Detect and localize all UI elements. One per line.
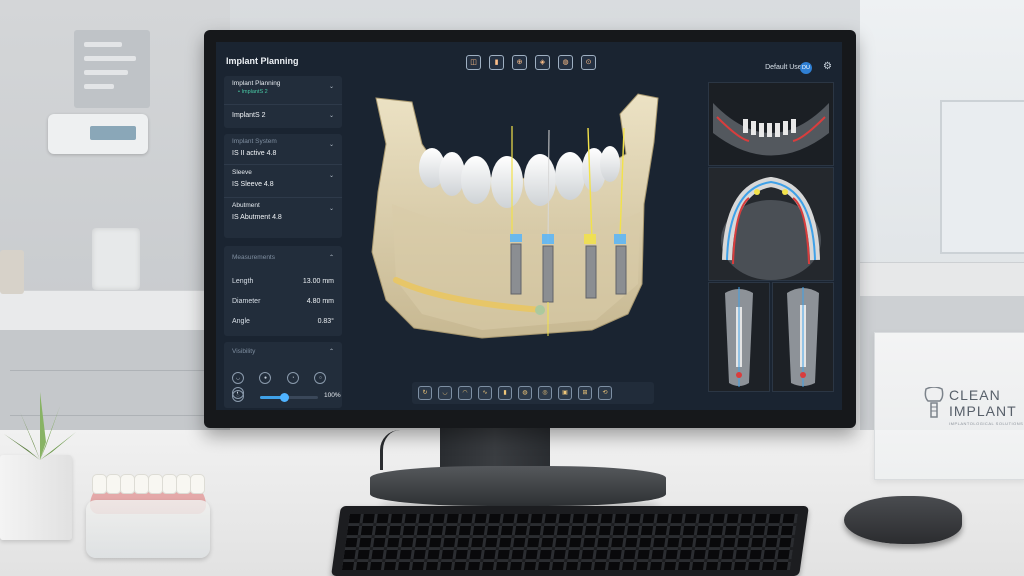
bottom-toolbar: ↻ ◡ ◠ ∿ ▮ ◍ ◎ ▣ ⊞ ⟲ (412, 382, 654, 404)
ct-axial-view[interactable] (708, 167, 834, 281)
sleeve-label: Sleeve (232, 169, 252, 176)
abutment-select[interactable]: Abutment IS Abutment 4.8 ⌄ (224, 198, 342, 230)
measurements-panel: Measurements ⌃ Length 13.00 mm Diameter … (224, 246, 342, 336)
mouse (844, 496, 962, 544)
tooth-icon[interactable]: ◡ (438, 386, 452, 400)
implant-panel: Implant System IS II active 4.8 ⌄ Sleeve… (224, 134, 342, 238)
mandible-icon[interactable]: ◠ (458, 386, 472, 400)
counter-right (860, 262, 1024, 297)
nerve-marker (535, 305, 545, 315)
opacity-value: 100% (324, 392, 341, 399)
user-name[interactable]: Default User (765, 64, 804, 71)
abutment-label: Abutment (232, 202, 260, 209)
wall-device (48, 114, 148, 154)
ct-cross-section-view-2[interactable] (772, 282, 834, 392)
tooth-visibility-icon[interactable]: ◡ (232, 372, 244, 384)
counter (0, 290, 230, 331)
top-toolbar: ◫ ▮ ⊕ ◈ ◍ ⊙ (466, 55, 596, 70)
reset-icon[interactable]: ⟲ (598, 386, 612, 400)
gear-icon[interactable]: ⚙ (823, 61, 832, 72)
length-value: 13.00 mm (302, 278, 334, 285)
ct-cross-section-view-1[interactable] (708, 282, 770, 392)
implant-visibility-icon[interactable]: ● (259, 372, 272, 384)
visibility-title: Visibility (232, 348, 256, 355)
implant-add-icon[interactable]: ⊕ (512, 55, 527, 70)
sleeve-value: IS Sleeve 4.8 (232, 181, 274, 188)
small-plant (0, 250, 24, 294)
keyboard (331, 506, 809, 576)
implant-system-value: IS II active 4.8 (232, 150, 277, 157)
denture-tooth (106, 474, 121, 494)
avatar[interactable]: DU (800, 62, 812, 74)
implant-system-select[interactable]: Implant System IS II active 4.8 ⌄ (224, 134, 342, 165)
measurements-title: Measurements (232, 254, 275, 261)
angle-value: 0.83° (317, 318, 334, 325)
screw-icon[interactable]: ⊞ (578, 386, 592, 400)
guide-icon[interactable]: ▣ (558, 386, 572, 400)
chevron-down-icon: ⌄ (328, 173, 334, 179)
plan-panel: Implant Planning • ImplantS 2 ⌄ ImplantS… (224, 76, 342, 128)
length-label: Length (232, 278, 254, 285)
sleeve-visibility-icon[interactable]: ○ (314, 372, 327, 384)
denture-tooth (162, 474, 177, 494)
angle-label: Angle (232, 318, 250, 325)
chevron-up-icon[interactable]: ⌃ (329, 254, 334, 261)
denture-tooth (92, 474, 107, 494)
app-title: Implant Planning (226, 56, 299, 66)
sign-line-2: IMPLANT (949, 403, 1017, 419)
wall-sign (74, 30, 150, 108)
succulent-plant (4, 392, 76, 460)
clean-implant-sign: CLEAN IMPLANT IMPLANTOLOGICAL SOLUTIONS (874, 332, 1024, 480)
sleeve-icon[interactable]: ◎ (538, 386, 552, 400)
plan-sub: • ImplantS 2 (238, 89, 268, 95)
denture-tooth (134, 474, 149, 494)
sign-line-1: CLEAN (949, 387, 1001, 403)
implant-selected: ImplantS 2 (232, 112, 266, 119)
3d-jaw-view[interactable] (352, 84, 702, 378)
jar (92, 228, 140, 290)
ct-panoramic-view[interactable] (708, 82, 834, 166)
diameter-label: Diameter (232, 298, 261, 305)
abutment-value: IS Abutment 4.8 (232, 214, 282, 221)
inspect-icon[interactable]: ⊙ (581, 55, 596, 70)
sleeve-select[interactable]: Sleeve IS Sleeve 4.8 ⌄ (224, 165, 342, 198)
denture-tooth (120, 474, 135, 494)
implant-icon[interactable]: ▮ (489, 55, 504, 70)
chevron-down-icon: ⌄ (328, 142, 334, 148)
crown-icon[interactable]: ◍ (518, 386, 532, 400)
chevron-down-icon: ⌄ (328, 113, 334, 119)
monitor-base (370, 466, 666, 506)
window (860, 0, 1024, 270)
denture-model (86, 500, 210, 558)
implant-select[interactable]: ImplantS 2 ⌄ (224, 105, 342, 127)
crown-visibility-icon[interactable]: ◔ (286, 372, 299, 384)
nerve-icon[interactable]: ∿ (478, 386, 492, 400)
collapse-icon[interactable]: ⌃ (329, 348, 334, 355)
plan-header: Implant Planning (232, 80, 281, 87)
bone-icon[interactable]: ◈ (535, 55, 550, 70)
denture-tooth (176, 474, 191, 494)
opacity-icon: ◐ (232, 387, 244, 399)
denture-tooth (148, 474, 163, 494)
rotate-icon[interactable]: ↻ (418, 386, 432, 400)
sign-line-3: IMPLANTOLOGICAL SOLUTIONS (949, 421, 1024, 426)
plan-dropdown[interactable]: Implant Planning • ImplantS 2 ⌄ (224, 76, 342, 105)
denture-tooth (190, 474, 205, 494)
chevron-down-icon: ⌄ (328, 206, 334, 212)
tooth-select-icon[interactable]: ◫ (466, 55, 481, 70)
opacity-slider[interactable] (260, 393, 318, 402)
app-window: Implant Planning ◫ ▮ ⊕ ◈ ◍ ⊙ Default Use… (216, 42, 842, 410)
diameter-value: 4.80 mm (306, 298, 334, 305)
implant-logo-icon (924, 387, 944, 418)
cable (380, 430, 423, 470)
implant-icon[interactable]: ▮ (498, 386, 512, 400)
chevron-down-icon: ⌄ (328, 84, 334, 90)
implant-system-label: Implant System (232, 138, 277, 145)
plant-pot (0, 455, 72, 540)
crown-icon[interactable]: ◍ (558, 55, 573, 70)
